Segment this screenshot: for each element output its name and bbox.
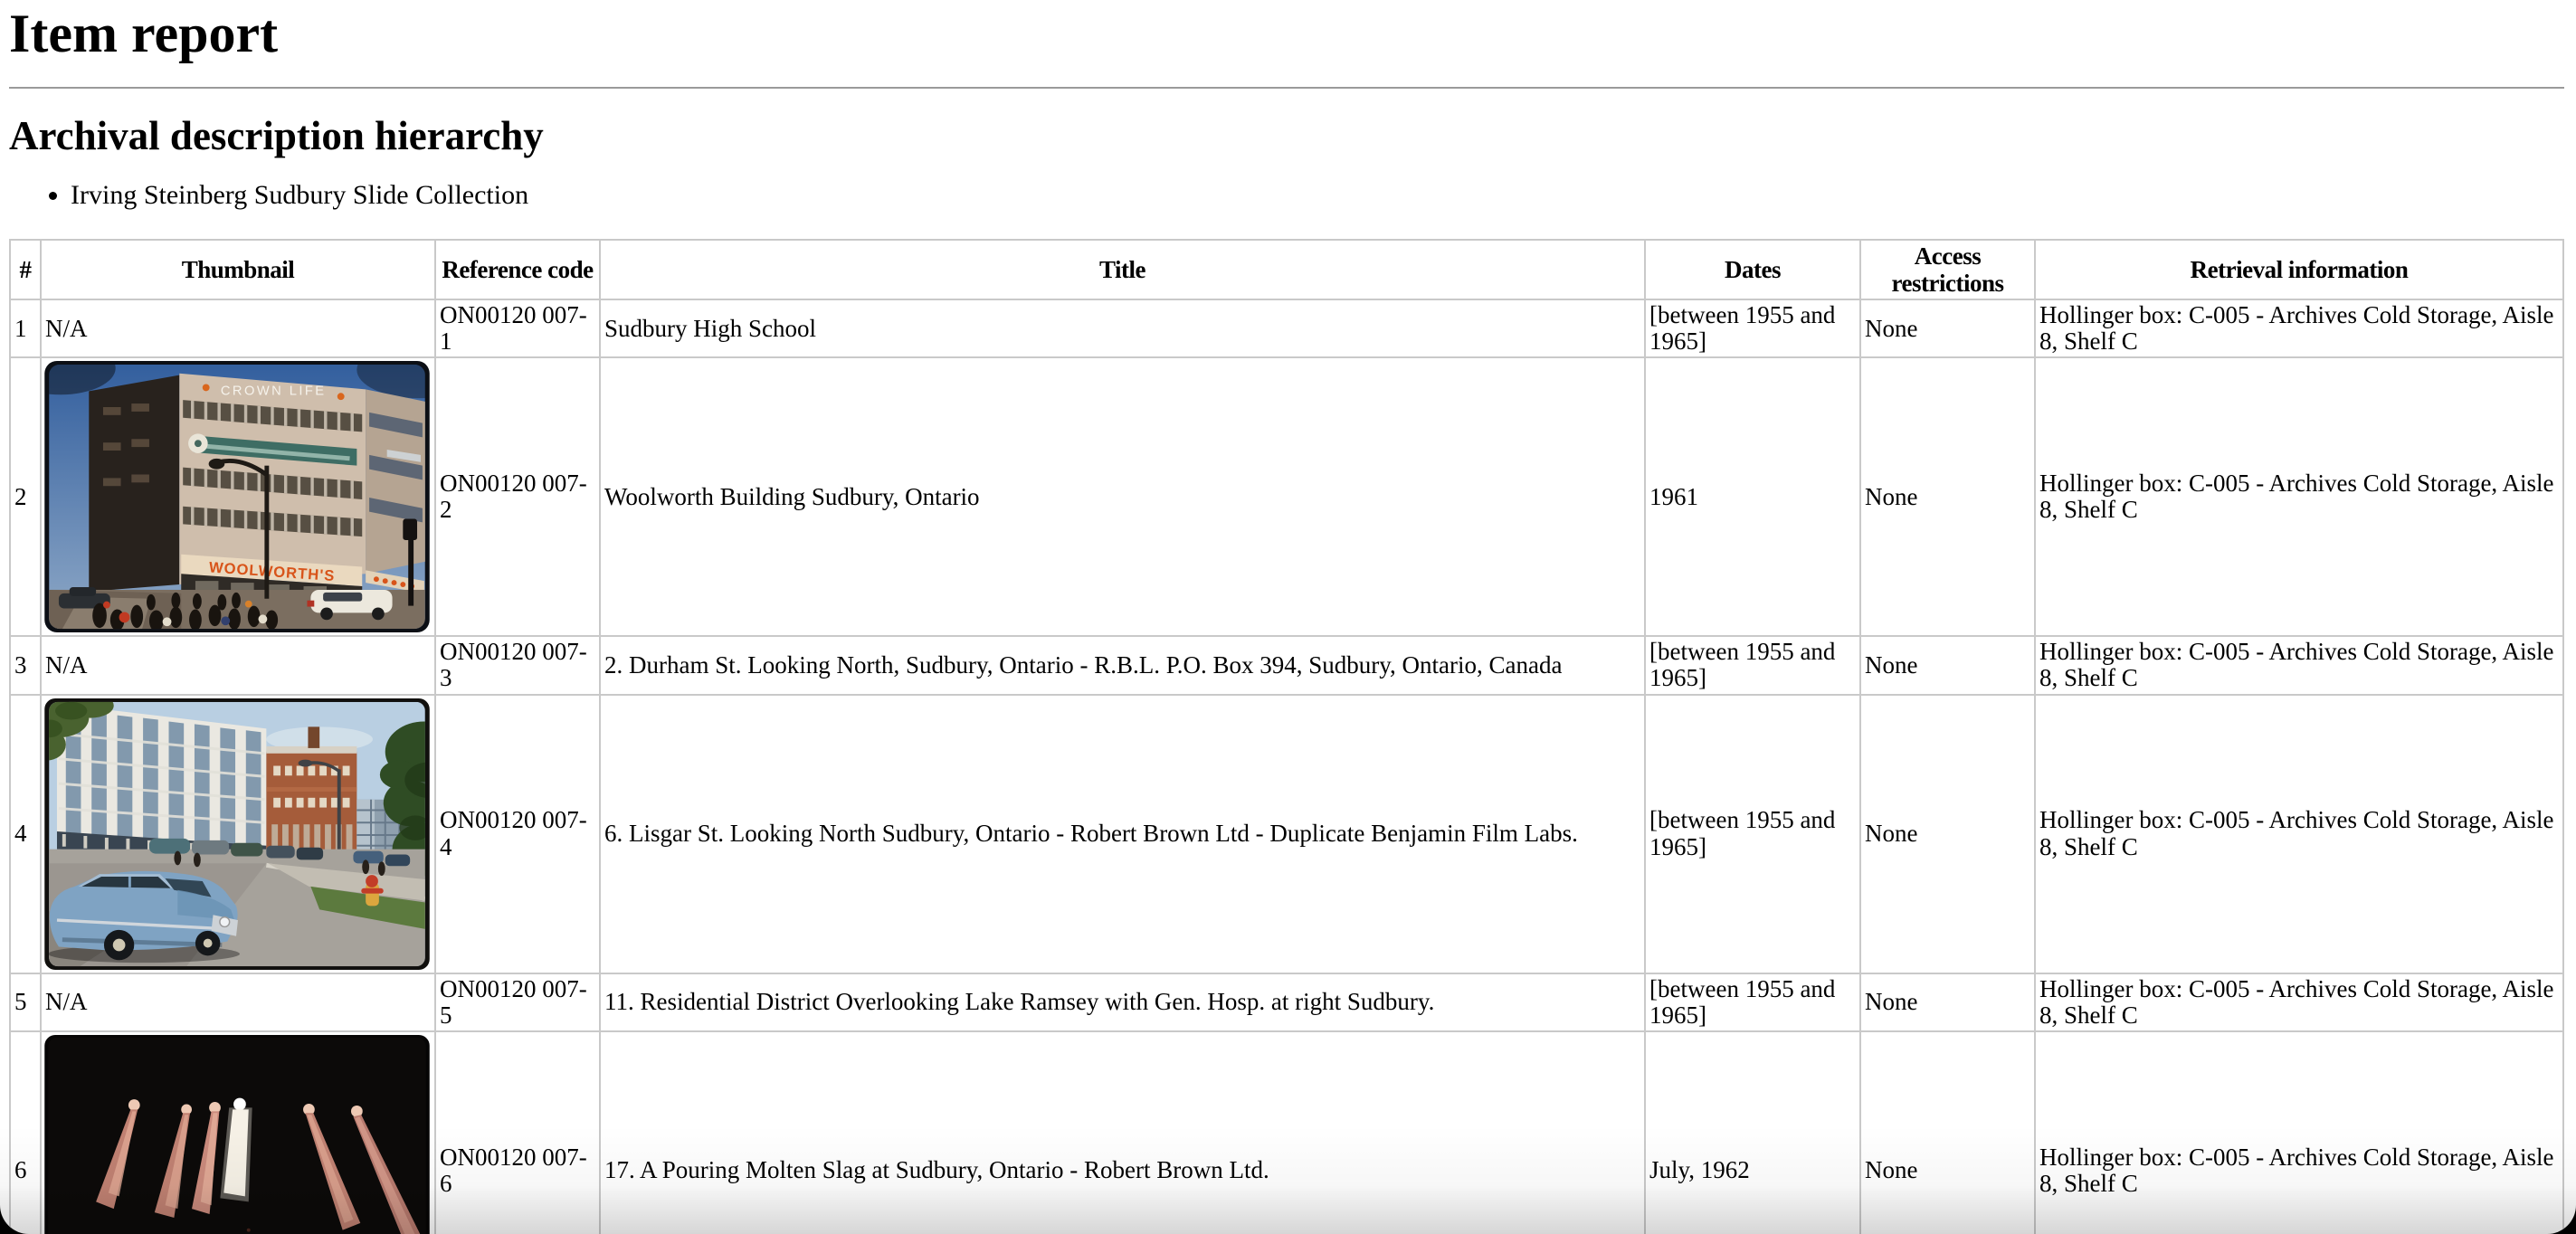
page-title: Item report (9, 4, 2564, 63)
report-page: Item report Archival description hierarc… (0, 0, 2576, 1234)
retrieval-information-cell: Hollinger box: C-005 - Archives Cold Sto… (2035, 1031, 2563, 1234)
access-restrictions-cell: None (1860, 636, 2035, 694)
row-number-cell: 1 (10, 299, 41, 357)
thumbnail-cell: CROWN LIFE (41, 357, 435, 636)
dates-cell: [between 1955 and 1965] (1645, 695, 1860, 973)
thumbnail-photo-lisgar-street (44, 698, 430, 970)
dates-cell: July, 1962 (1645, 1031, 1860, 1234)
reference-code-cell: ON00120 007-2 (435, 357, 600, 636)
title-divider (9, 87, 2564, 89)
title-cell: Sudbury High School (600, 299, 1645, 357)
access-restrictions-cell: None (1860, 695, 2035, 973)
row-number-cell: 6 (10, 1031, 41, 1234)
column-header-reference-code: Reference code (435, 240, 600, 299)
access-restrictions-cell: None (1860, 299, 2035, 357)
retrieval-information-cell: Hollinger box: C-005 - Archives Cold Sto… (2035, 695, 2563, 973)
reference-code-cell: ON00120 007-3 (435, 636, 600, 694)
sign-crown-life: CROWN LIFE (221, 384, 327, 399)
column-header-title: Title (600, 240, 1645, 299)
reference-code-cell: ON00120 007-1 (435, 299, 600, 357)
retrieval-information-cell: Hollinger box: C-005 - Archives Cold Sto… (2035, 299, 2563, 357)
row-number-cell: 4 (10, 695, 41, 973)
dates-cell: [between 1955 and 1965] (1645, 973, 1860, 1031)
report-content: Item report Archival description hierarc… (0, 0, 2576, 1234)
title-cell: 6. Lisgar St. Looking North Sudbury, Ont… (600, 695, 1645, 973)
thumbnail-cell: N/A (41, 973, 435, 1031)
column-header-dates: Dates (1645, 240, 1860, 299)
column-header-thumbnail: Thumbnail (41, 240, 435, 299)
table-row: 6 (10, 1031, 2563, 1234)
hierarchy-heading: Archival description hierarchy (9, 114, 2564, 159)
access-restrictions-cell: None (1860, 357, 2035, 636)
row-number-cell: 3 (10, 636, 41, 694)
reference-code-cell: ON00120 007-4 (435, 695, 600, 973)
thumbnail-cell: N/A (41, 636, 435, 694)
title-cell: Woolworth Building Sudbury, Ontario (600, 357, 1645, 636)
thumbnail-cell: N/A (41, 299, 435, 357)
dates-cell: 1961 (1645, 357, 1860, 636)
table-header-row: # Thumbnail Reference code Title Dates A… (10, 240, 2563, 299)
retrieval-information-cell: Hollinger box: C-005 - Archives Cold Sto… (2035, 973, 2563, 1031)
column-header-number: # (10, 240, 41, 299)
thumbnail-cell (41, 695, 435, 973)
title-cell: 2. Durham St. Looking North, Sudbury, On… (600, 636, 1645, 694)
column-header-access-restrictions: Access restrictions (1860, 240, 2035, 299)
thumbnail-cell (41, 1031, 435, 1234)
table-row: 2 (10, 357, 2563, 636)
row-number-cell: 5 (10, 973, 41, 1031)
retrieval-information-cell: Hollinger box: C-005 - Archives Cold Sto… (2035, 357, 2563, 636)
dates-cell: [between 1955 and 1965] (1645, 299, 1860, 357)
table-row: 1 N/A ON00120 007-1 Sudbury High School … (10, 299, 2563, 357)
reference-code-cell: ON00120 007-5 (435, 973, 600, 1031)
item-report-table: # Thumbnail Reference code Title Dates A… (9, 239, 2564, 1234)
thumbnail-photo-molten-slag (44, 1035, 430, 1234)
column-header-retrieval-information: Retrieval information (2035, 240, 2563, 299)
title-cell: 11. Residential District Overlooking Lak… (600, 973, 1645, 1031)
dates-cell: [between 1955 and 1965] (1645, 636, 1860, 694)
access-restrictions-cell: None (1860, 1031, 2035, 1234)
row-number-cell: 2 (10, 357, 41, 636)
reference-code-cell: ON00120 007-6 (435, 1031, 600, 1234)
retrieval-information-cell: Hollinger box: C-005 - Archives Cold Sto… (2035, 636, 2563, 694)
hierarchy-list: Irving Steinberg Sudbury Slide Collectio… (9, 179, 2564, 212)
access-restrictions-cell: None (1860, 973, 2035, 1031)
title-cell: 17. A Pouring Molten Slag at Sudbury, On… (600, 1031, 1645, 1234)
table-row: 5 N/A ON00120 007-5 11. Residential Dist… (10, 973, 2563, 1031)
table-row: 3 N/A ON00120 007-3 2. Durham St. Lookin… (10, 636, 2563, 694)
table-row: 4 (10, 695, 2563, 973)
thumbnail-photo-woolworth-building: CROWN LIFE (44, 361, 430, 632)
hierarchy-item-collection: Irving Steinberg Sudbury Slide Collectio… (71, 179, 2564, 212)
